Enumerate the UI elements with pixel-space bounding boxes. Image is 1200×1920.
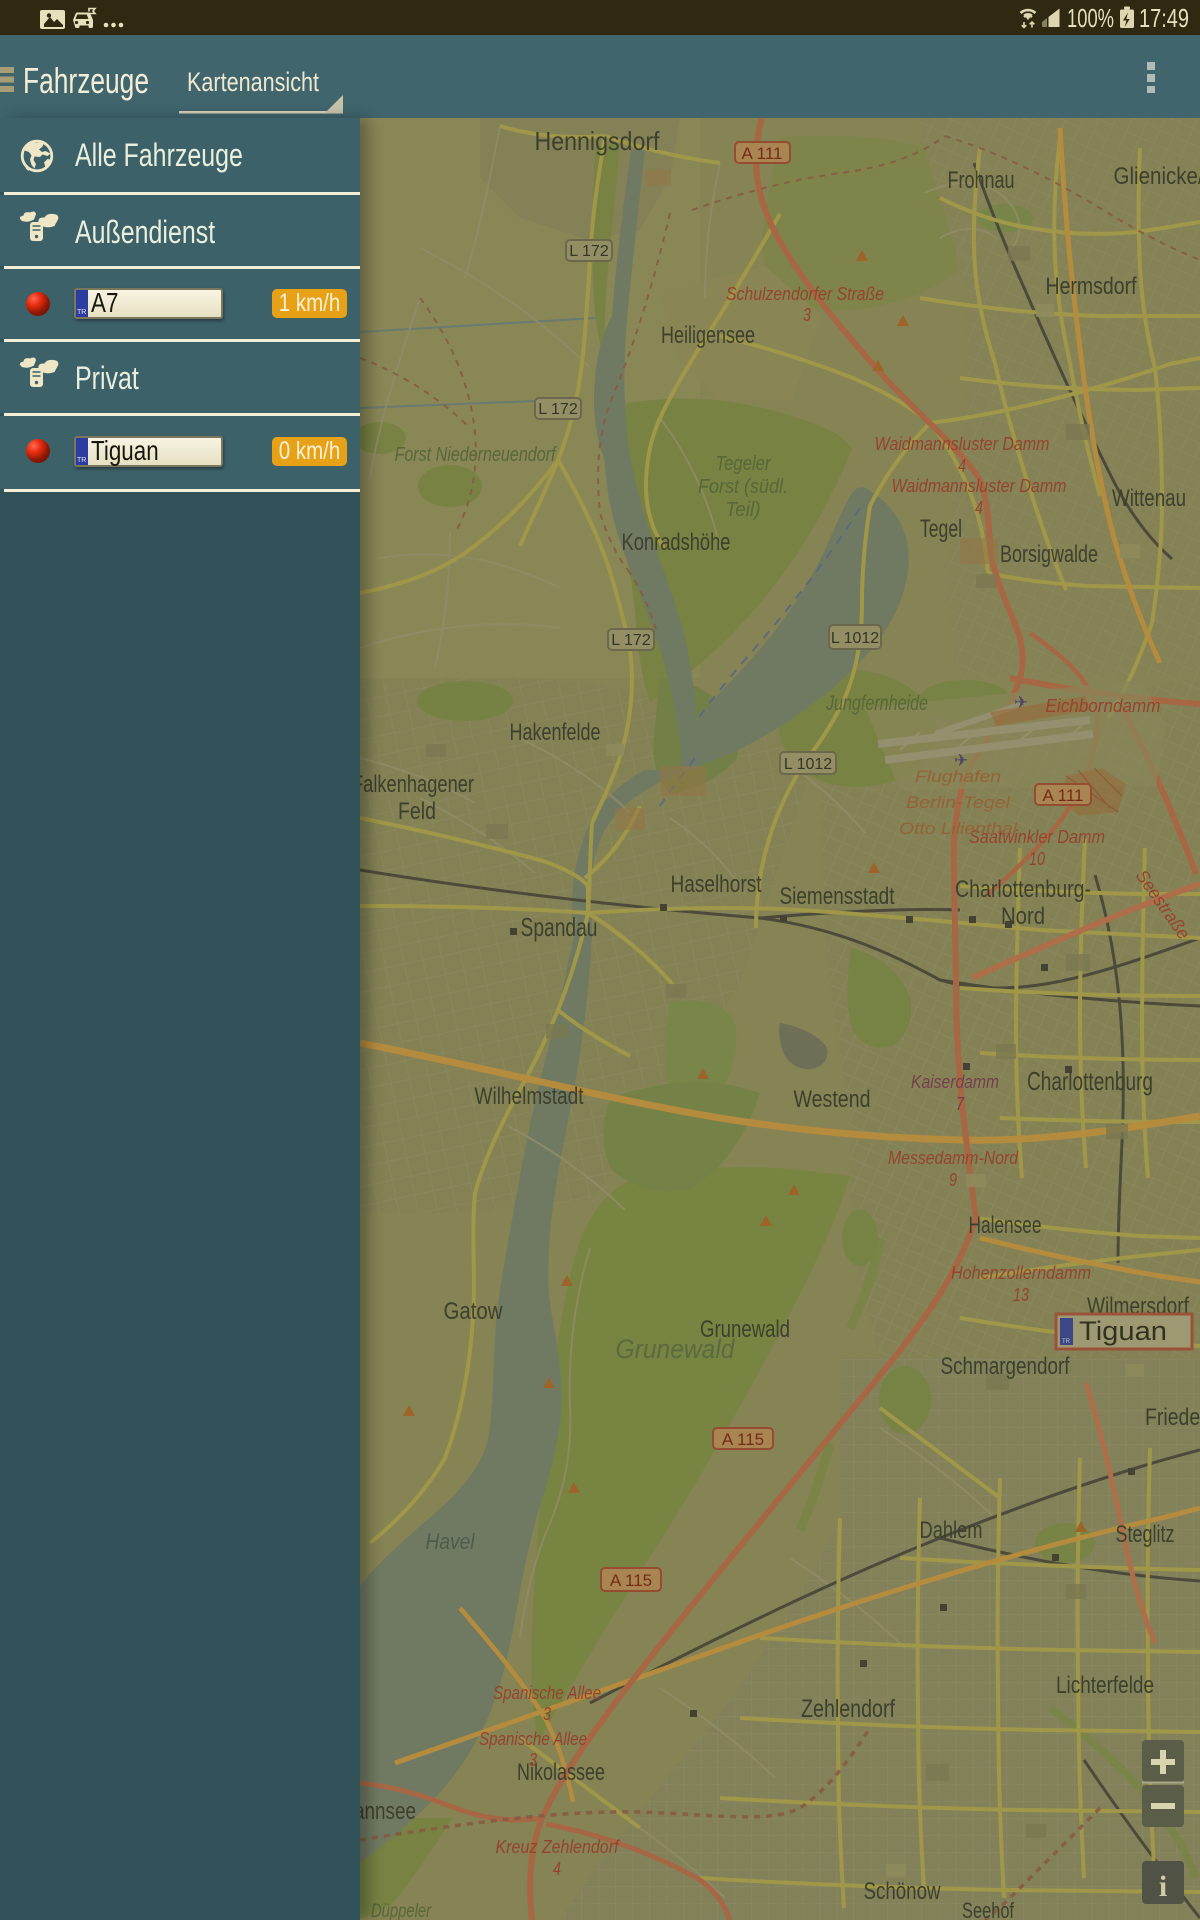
svg-text:Fahrzeuge: Fahrzeuge — [23, 60, 149, 101]
svg-text:100%: 100% — [1067, 3, 1114, 33]
svg-text:Kartenansicht: Kartenansicht — [187, 67, 319, 97]
svg-text:i: i — [1159, 1870, 1167, 1903]
svg-text:17:49: 17:49 — [1139, 3, 1189, 33]
